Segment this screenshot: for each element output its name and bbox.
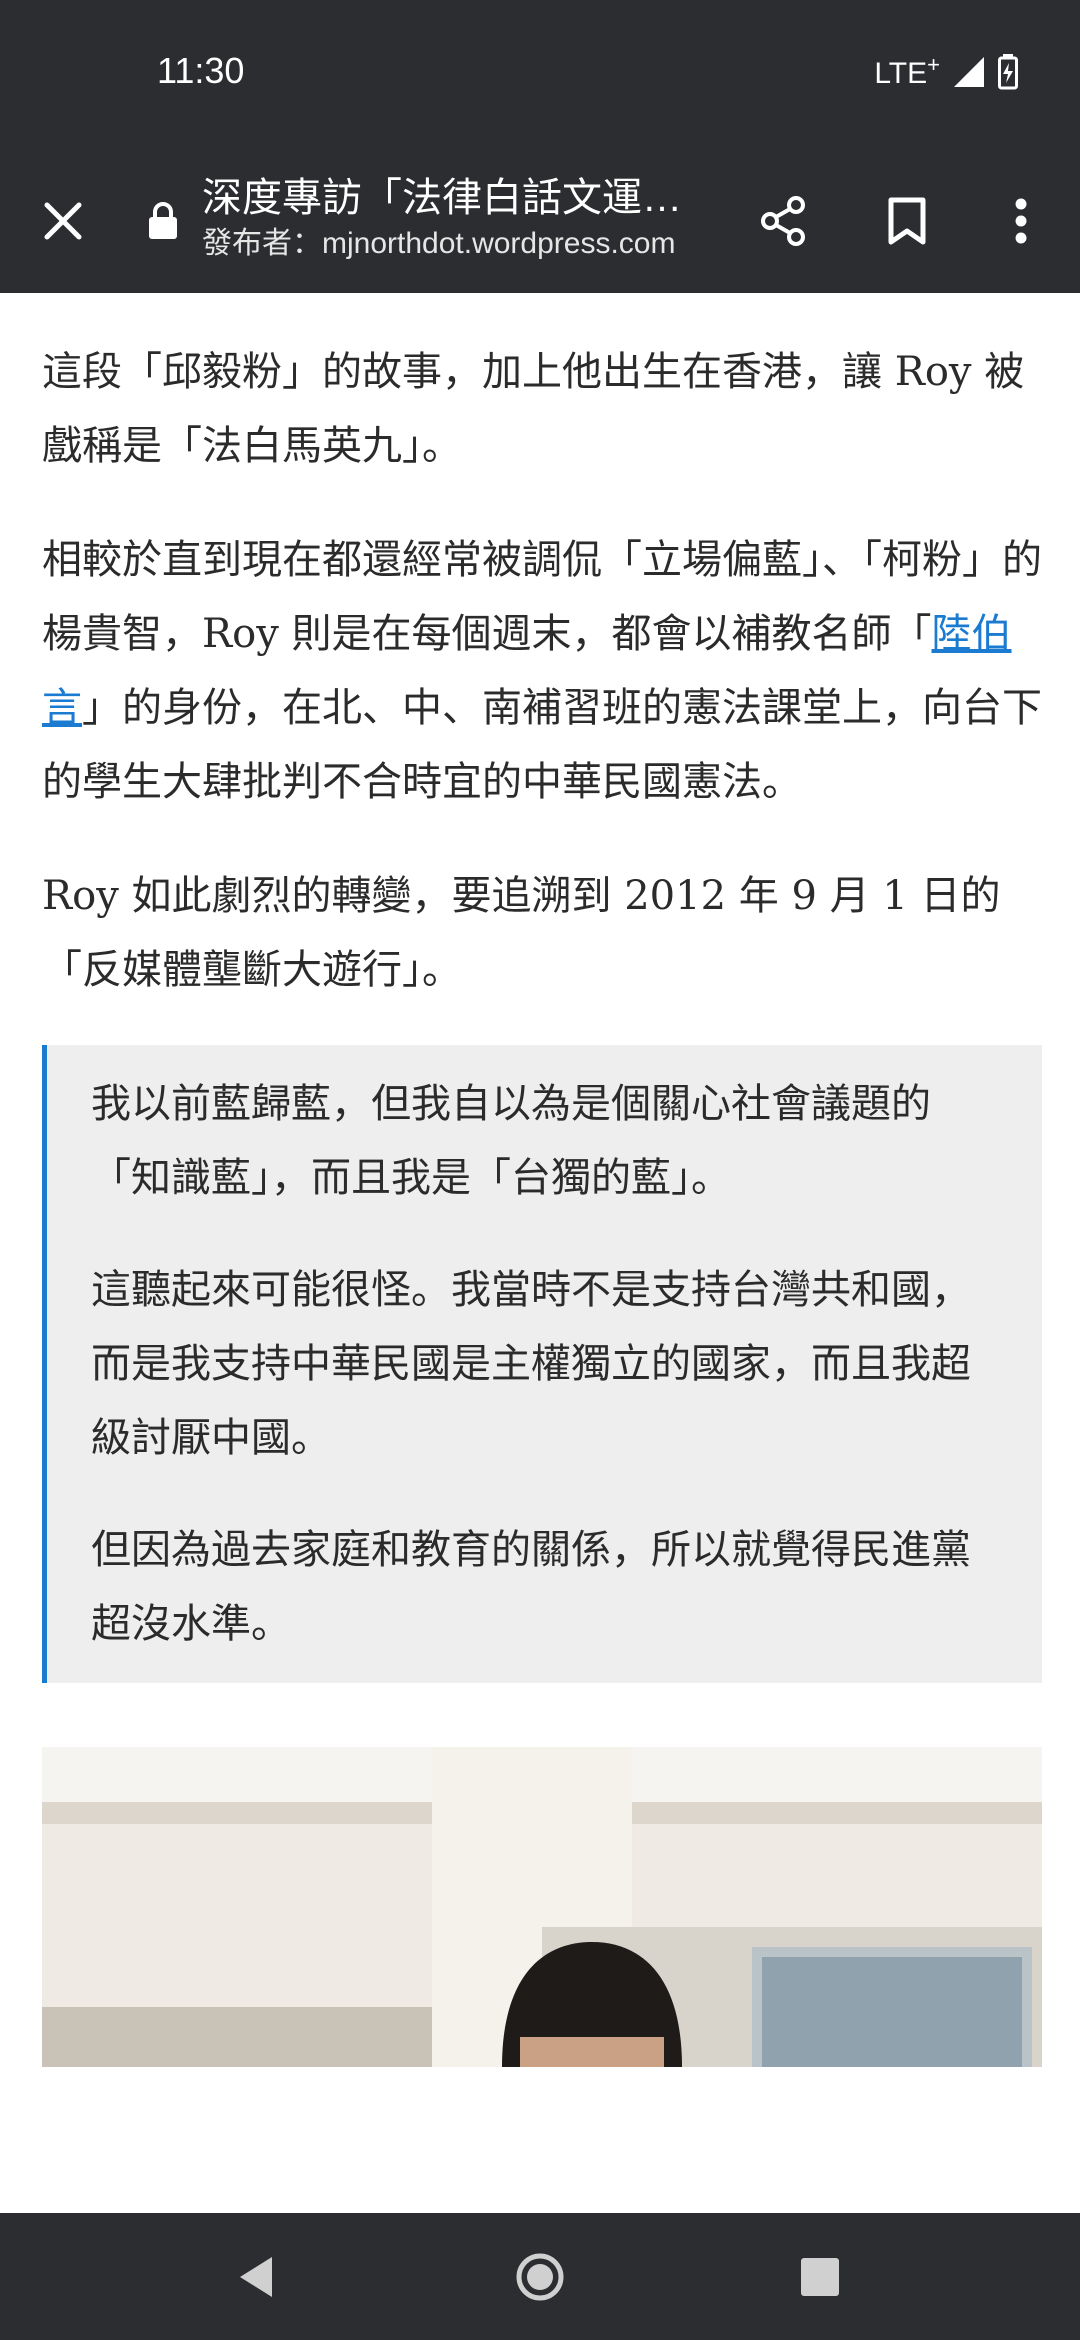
status-indicators: LTE+	[874, 52, 1018, 91]
back-icon[interactable]	[228, 2249, 284, 2305]
lock-icon[interactable]	[146, 202, 180, 245]
bookmark-icon[interactable]	[874, 188, 940, 254]
page-title: 深度專訪「法律白話文運…	[202, 176, 682, 220]
home-icon[interactable]	[512, 2249, 568, 2305]
signal-icon	[954, 56, 984, 87]
navigation-bar	[0, 2213, 1080, 2340]
blockquote: 我以前藍歸藍，但我自以為是個關心社會議題的「知識藍」，而且我是「台獨的藍」。 這…	[42, 1045, 1042, 1683]
paragraph-1: 這段「邱毅粉」的故事，加上他出生在香港，讓 Roy 被戲稱是「法白馬英九」。	[42, 349, 1025, 469]
paragraph-2: 相較於直到現在都還經常被調侃「立場偏藍」、「柯粉」的楊貴智，Roy 則是在每個週…	[42, 537, 1042, 805]
partial-line: 和身分的盟友支持者大將的光環與黨校大稱譜	[42, 293, 1042, 311]
battery-icon	[998, 53, 1018, 89]
network-type: LTE+	[874, 52, 940, 90]
title-block[interactable]: 深度專訪「法律白話文運… 發布者：mjnorthdot.wordpress.co…	[202, 172, 702, 264]
quote-paragraph: 但因為過去家庭和教育的關係，所以就覺得民進黨超沒水準。	[91, 1527, 971, 1647]
article-content: 和身分的盟友支持者大將的光環與黨校大稱譜 這段「邱毅粉」的故事，加上他出生在香港…	[42, 293, 1042, 2213]
quote-paragraph: 這聽起來可能很怪。我當時不是支持台灣共和國，而是我支持中華民國是主權獨立的國家，…	[91, 1267, 971, 1461]
article-photo	[42, 1747, 1042, 2067]
custom-tab-toolbar: 深度專訪「法律白話文運… 發布者：mjnorthdot.wordpress.co…	[0, 150, 1080, 293]
status-time: 11:30	[157, 50, 245, 91]
publisher-url: 發布者：mjnorthdot.wordpress.com	[202, 227, 676, 260]
paragraph-3: Roy 如此劇烈的轉變，要追溯到 2012 年 9 月 1 日的「反媒體壟斷大遊…	[42, 873, 1001, 993]
quote-paragraph: 我以前藍歸藍，但我自以為是個關心社會議題的「知識藍」，而且我是「台獨的藍」。	[91, 1081, 931, 1201]
recents-icon[interactable]	[792, 2249, 848, 2305]
more-vert-icon[interactable]	[988, 188, 1054, 254]
share-icon[interactable]	[750, 188, 816, 254]
close-icon[interactable]	[30, 188, 96, 254]
status-bar: 11:30 LTE+	[0, 0, 1080, 150]
